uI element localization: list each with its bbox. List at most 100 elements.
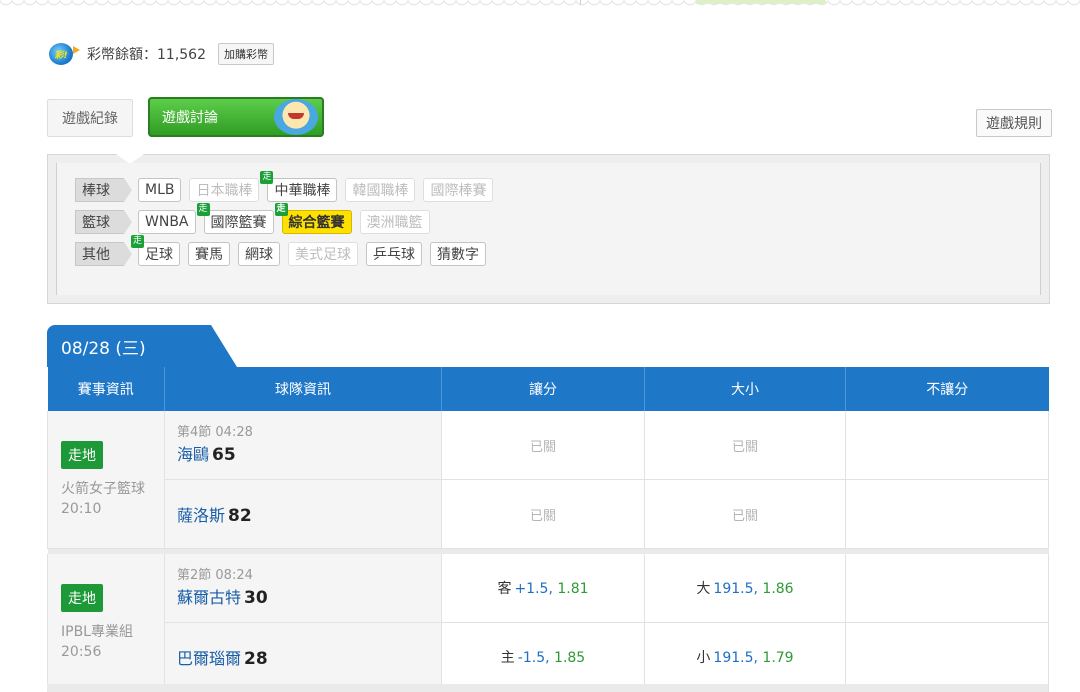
tab-game-record[interactable]: 遊戲紀錄 <box>47 99 133 137</box>
filter-chip[interactable]: 網球 <box>238 242 280 266</box>
table-bottom-strip <box>47 684 1048 692</box>
header-team-info: 球隊資訊 <box>164 367 442 411</box>
filter-chip-label: WNBA <box>145 214 189 230</box>
filter-chip: 韓國職棒 <box>345 178 416 202</box>
filter-chip[interactable]: WNBA <box>138 210 196 234</box>
game-rules-button[interactable]: 遊戲規則 <box>976 109 1052 137</box>
team-name[interactable]: 巴爾瑙爾 <box>177 649 241 668</box>
odds-line: -1.5, <box>517 650 550 666</box>
filter-chip[interactable]: 綜合籃賽走 <box>274 203 352 234</box>
team-info-cell: 第2節 08:24 蘇爾古特 30 <box>164 554 442 623</box>
filter-chip: 日本職棒 <box>189 178 260 202</box>
odds-table: 賽事資訊 球隊資訊 讓分 大小 不讓分 走地 火箭女子籃球 20:10 第4節 04:… <box>47 367 1049 692</box>
event-info-cell: 走地 IPBL專業組 20:56 <box>47 554 165 692</box>
live-walk-badge-icon: 走 <box>131 235 144 248</box>
odds-side: 主 <box>500 650 515 666</box>
filter-chip[interactable]: 中華職棒走 <box>260 171 338 202</box>
filter-row: 棒球 MLB 日本職棒 中華職棒走韓國職棒 國際棒賽 <box>75 171 494 203</box>
closed-label: 已關 <box>731 508 758 524</box>
filter-chip[interactable]: 足球走 <box>131 235 180 266</box>
table-header-row: 賽事資訊 球隊資訊 讓分 大小 不讓分 <box>47 367 1049 411</box>
spread-odds-cell: 已關 <box>441 411 645 480</box>
odds-side: 小 <box>696 650 711 666</box>
odds-line: 191.5, <box>713 650 758 666</box>
team-score: 30 <box>244 588 268 608</box>
team-name[interactable]: 蘇爾古特 <box>177 588 241 607</box>
spread-odds-cell[interactable]: 主 -1.5, 1.85 <box>441 622 645 692</box>
buy-coins-button[interactable]: 加購彩幣 <box>218 43 274 65</box>
balance-row: 彩! 彩幣餘額：11,562 加購彩幣 <box>49 40 274 68</box>
team-info-cell: 第4節 04:28 海鷗 65 <box>164 411 442 480</box>
filter-chip: 美式足球 <box>288 242 358 266</box>
team-score: 82 <box>228 506 252 526</box>
filter-chip[interactable]: MLB <box>138 178 182 202</box>
filter-chip-label: 乒乓球 <box>373 247 415 263</box>
moneyline-cell <box>845 411 1049 480</box>
header-moneyline: 不讓分 <box>845 367 1049 411</box>
filter-chip[interactable]: 國際籃賽走 <box>196 203 274 234</box>
filter-chip-label: 國際棒賽 <box>430 183 487 199</box>
league-name: 火箭女子籃球 <box>61 480 145 497</box>
filter-chip-label: 國際籃賽 <box>210 215 267 231</box>
filter-category: 籃球 <box>75 210 132 234</box>
live-badge: 走地 <box>61 583 103 612</box>
moneyline-cell <box>845 479 1049 549</box>
balance-label: 彩幣餘額：11,562 <box>87 47 206 63</box>
filter-row: 其他 足球走賽馬 網球 美式足球 乒乓球 猜數字 <box>75 235 486 267</box>
filter-chip[interactable]: 乒乓球 <box>366 242 422 266</box>
table-row: 巴爾瑙爾 28 主 -1.5, 1.85 小 191.5, 1.79 <box>48 622 1049 692</box>
closed-label: 已關 <box>529 439 556 455</box>
top-divider-tick <box>580 0 581 5</box>
team-info-cell: 薩洛斯 82 <box>164 479 442 549</box>
filter-chip-label: 中華職棒 <box>274 183 331 199</box>
team-name[interactable]: 薩洛斯 <box>177 506 225 525</box>
closed-label: 已關 <box>731 439 758 455</box>
team-info-cell: 巴爾瑙爾 28 <box>164 622 442 692</box>
cartoon-face-icon <box>274 99 318 135</box>
filter-chip-label: 猜數字 <box>437 247 479 263</box>
filter-row: 籃球 WNBA 國際籃賽走綜合籃賽走澳洲職籃 <box>75 203 430 235</box>
moneyline-cell <box>845 554 1049 623</box>
odds-line: 191.5, <box>713 581 758 597</box>
tab-game-discussion[interactable]: 遊戲討論 <box>148 97 324 137</box>
sport-filter-panel: 棒球 MLB 日本職棒 中華職棒走韓國職棒 國際棒賽 籃球 WNBA 國際籃賽走綜合籃賽走澳洲… <box>47 154 1050 304</box>
filter-chip[interactable]: 賽馬 <box>188 242 230 266</box>
over-under-odds-cell: 已關 <box>644 479 846 549</box>
closed-label: 已關 <box>529 508 556 524</box>
spread-odds-cell[interactable]: 客 +1.5, 1.81 <box>441 554 645 623</box>
filter-chip-label: 澳洲職籃 <box>366 215 423 231</box>
over-under-odds-cell[interactable]: 小 191.5, 1.79 <box>644 622 846 692</box>
live-walk-badge-icon: 走 <box>196 203 210 216</box>
match-time: 20:10 <box>61 500 102 517</box>
top-decorative-border <box>0 0 1080 10</box>
odds-value: 1.79 <box>762 650 794 666</box>
filter-category: 其他 <box>75 242 132 266</box>
filter-chip-label: 賽馬 <box>195 247 223 263</box>
league-name: IPBL專業組 <box>61 623 133 640</box>
filter-chip: 國際棒賽 <box>423 178 494 202</box>
filter-chip-label: MLB <box>145 182 175 198</box>
tab-game-discussion-label: 遊戲討論 <box>162 110 218 126</box>
moneyline-cell <box>845 622 1049 692</box>
filter-chip: 澳洲職籃 <box>359 210 430 234</box>
filter-chip-label: 網球 <box>245 247 273 263</box>
odds-value: 1.81 <box>557 581 589 597</box>
team-name[interactable]: 海鷗 <box>177 445 209 464</box>
event-info-cell: 走地 火箭女子籃球 20:10 <box>47 411 165 549</box>
header-event-info: 賽事資訊 <box>47 367 165 411</box>
header-over-under: 大小 <box>644 367 846 411</box>
header-spread: 讓分 <box>441 367 645 411</box>
team-score: 28 <box>244 649 268 669</box>
filter-chip-label: 日本職棒 <box>196 183 253 199</box>
filter-chip-label: 綜合籃賽 <box>288 215 345 231</box>
table-row: 走地 火箭女子籃球 20:10 第4節 04:28 海鷗 65 已關 已關 <box>47 411 1049 549</box>
date-tab: 08/28 (三) <box>47 325 237 367</box>
team-score: 65 <box>212 445 236 465</box>
top-highlight-bar <box>696 0 826 4</box>
game-period: 第4節 04:28 <box>177 425 253 440</box>
filter-chip[interactable]: 猜數字 <box>430 242 486 266</box>
over-under-odds-cell[interactable]: 大 191.5, 1.86 <box>644 554 846 623</box>
live-walk-badge-icon: 走 <box>274 203 288 216</box>
odds-side: 大 <box>696 581 711 597</box>
game-period: 第2節 08:24 <box>177 568 253 583</box>
